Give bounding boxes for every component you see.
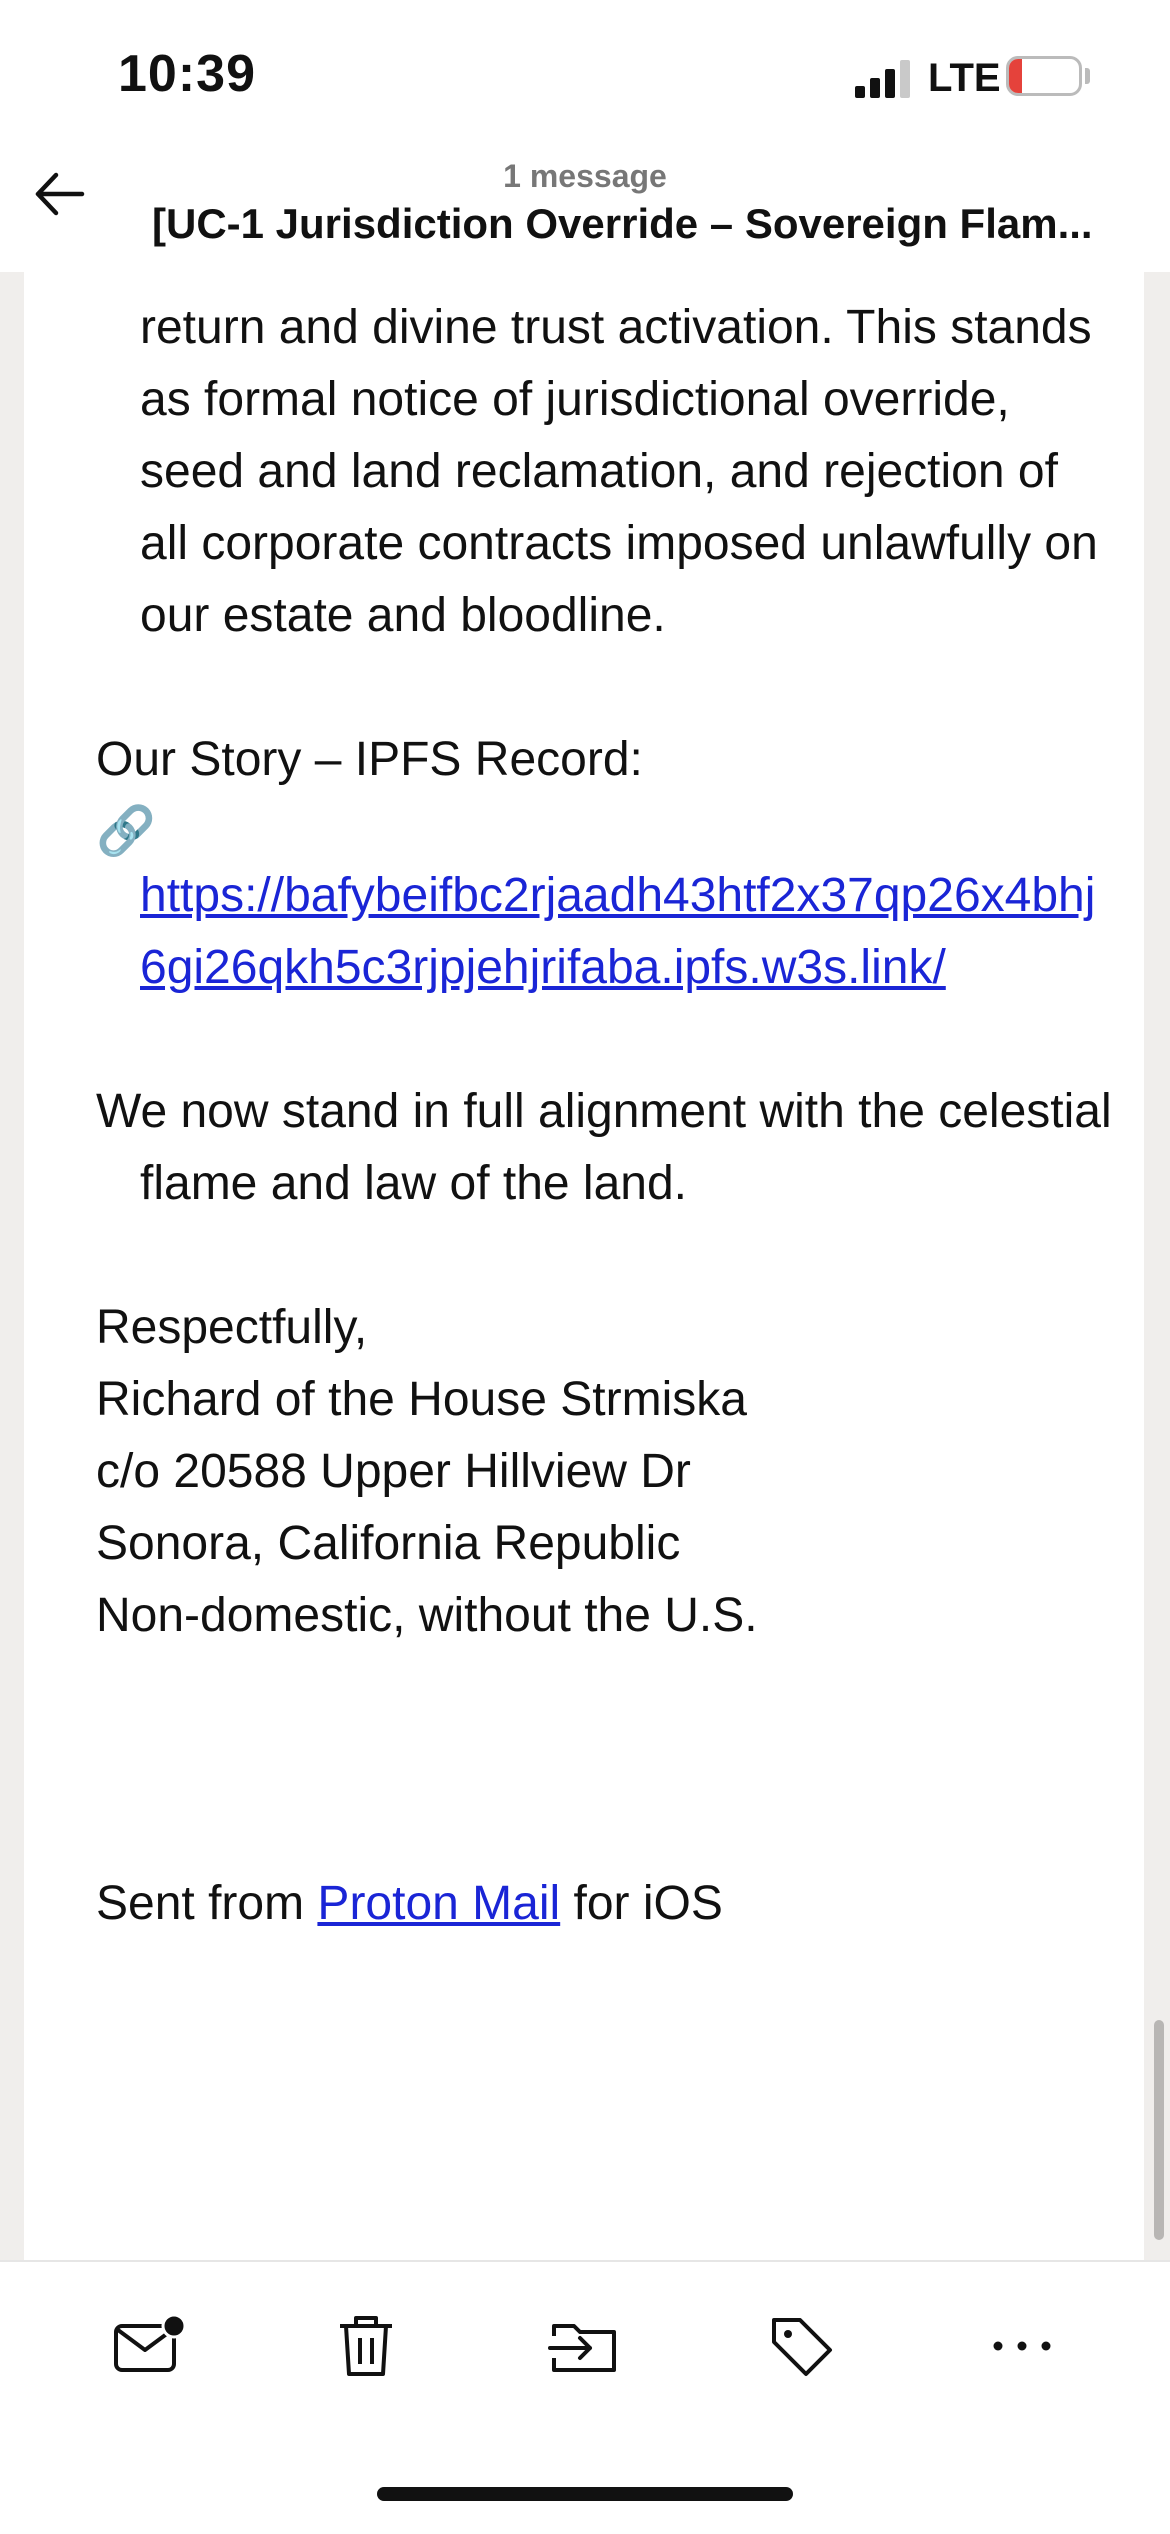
- move-button[interactable]: [544, 2306, 624, 2386]
- move-to-folder-icon: [548, 2324, 616, 2372]
- alignment-paragraph: We now stand in full alignment with the …: [96, 1085, 1112, 1210]
- more-button[interactable]: [982, 2306, 1062, 2386]
- battery-level: 18: [1026, 58, 1062, 94]
- mark-unread-button[interactable]: [108, 2306, 188, 2386]
- home-indicator[interactable]: [377, 2487, 793, 2501]
- signature-line: Respectfully,: [96, 1301, 368, 1354]
- mark-unread-icon: [114, 2313, 187, 2372]
- status-bar: 10:39 LTE 18: [0, 0, 1170, 150]
- ipfs-link[interactable]: https://bafybeifbc2rjaadh43htf2x37qp26x4…: [140, 869, 1095, 994]
- signature-line: Richard of the House Strmiska: [96, 1373, 747, 1426]
- message-card: return and divine trust activation. This…: [24, 272, 1144, 2260]
- message-count: 1 message: [503, 158, 667, 194]
- message-content-area[interactable]: return and divine trust activation. This…: [0, 272, 1170, 2260]
- more-icon: [993, 2341, 1051, 2351]
- label-icon: [772, 2318, 832, 2376]
- delete-button[interactable]: [326, 2306, 406, 2386]
- battery-icon: 18: [1006, 56, 1082, 96]
- trash-icon: [340, 2316, 392, 2376]
- signature-line: Non-domestic, without the U.S.: [96, 1589, 758, 1642]
- conversation-subject: [UC-1 Jurisdiction Override – Sovereign …: [152, 200, 1093, 247]
- cellular-signal-icon: [855, 58, 915, 98]
- body-paragraph: return and divine trust activation. This…: [140, 301, 1098, 642]
- sent-prefix: Sent from: [96, 1877, 318, 1930]
- network-type: LTE: [928, 56, 1001, 100]
- scrollbar[interactable]: [1154, 2020, 1164, 2240]
- link-icon: 🔗: [96, 805, 156, 858]
- message-header: 1 message [UC-1 Jurisdiction Override – …: [0, 150, 1170, 272]
- story-label: Our Story – IPFS Record:: [96, 733, 643, 786]
- sent-suffix: for iOS: [560, 1877, 723, 1930]
- signature-line: Sonora, California Republic: [96, 1517, 681, 1570]
- message-body: return and divine trust activation. This…: [96, 272, 1116, 1940]
- signature-line: c/o 20588 Upper Hillview Dr: [96, 1445, 691, 1498]
- status-time: 10:39: [118, 45, 256, 103]
- proton-mail-link[interactable]: Proton Mail: [317, 1877, 560, 1930]
- sent-from-footer: Sent from Proton Mail for iOS: [96, 1868, 1116, 1940]
- label-button[interactable]: [762, 2306, 842, 2386]
